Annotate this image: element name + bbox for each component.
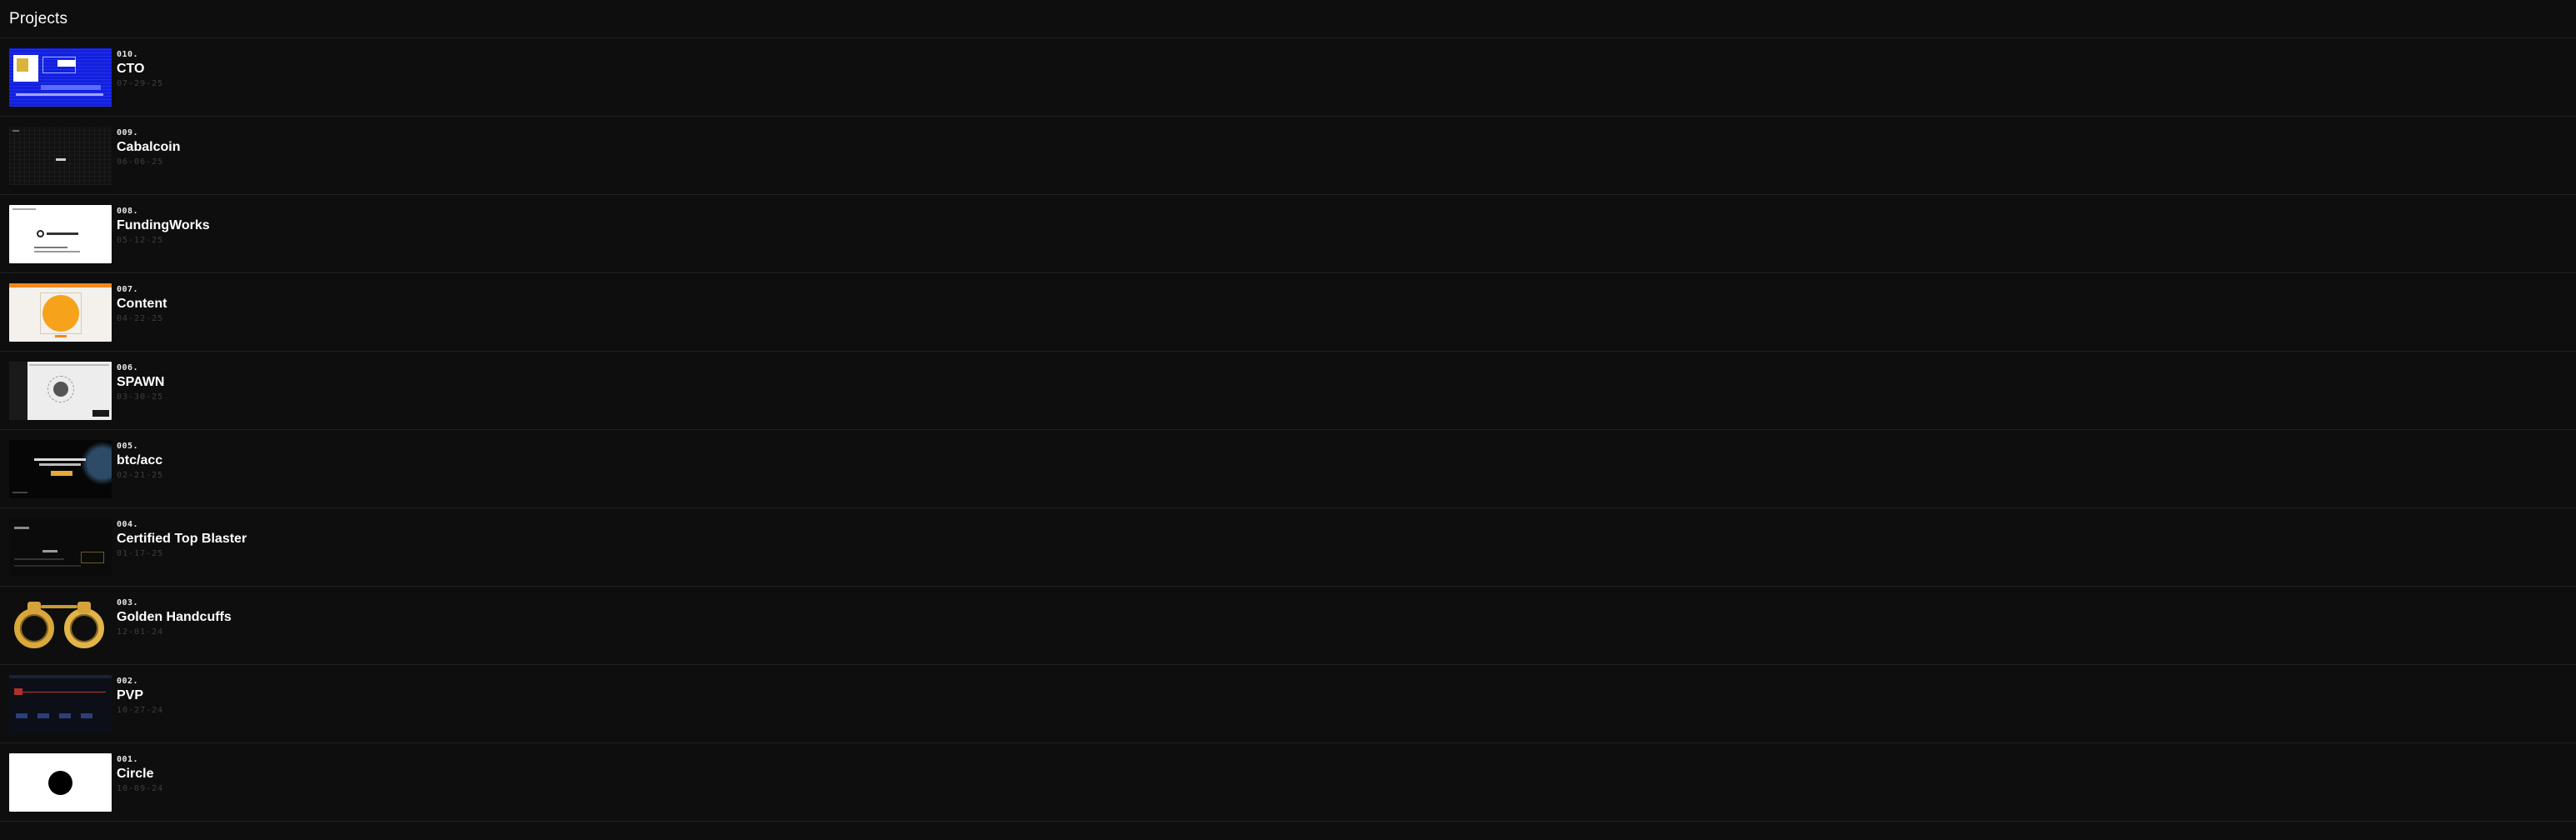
pvp-thumbnail[interactable] [9, 674, 112, 733]
project-name[interactable]: CTO [117, 61, 163, 78]
certified-top-blaster-thumbnail[interactable] [9, 518, 112, 577]
project-meta: 007. Content 04-22-25 [117, 283, 167, 342]
project-date: 12-01-24 [117, 627, 164, 637]
project-number: 009. [117, 128, 139, 138]
project-name[interactable]: btc/acc [117, 452, 163, 469]
project-row-certified-top-blaster[interactable]: 004. Certified Top Blaster 01-17-25 [0, 508, 2576, 587]
project-row-golden-handcuffs[interactable]: 003. Golden Handcuffs 12-01-24 [0, 587, 2576, 665]
project-name[interactable]: Content [117, 296, 167, 312]
project-date: 10-27-24 [117, 705, 164, 715]
project-number: 006. [117, 362, 139, 372]
project-meta: 005. btc/acc 02-21-25 [117, 440, 163, 498]
project-number: 003. [117, 598, 139, 608]
project-date: 01-17-25 [117, 548, 164, 558]
cabalcoin-thumbnail[interactable] [9, 126, 112, 185]
project-number: 008. [117, 206, 139, 216]
project-meta: 002. PVP 10-27-24 [117, 675, 163, 733]
project-name[interactable]: Circle [117, 766, 163, 782]
project-date: 04-22-25 [117, 313, 164, 323]
project-name[interactable]: SPAWN [117, 374, 164, 391]
content-thumbnail[interactable] [9, 282, 112, 342]
project-meta: 010. CTO 07-29-25 [117, 48, 163, 107]
project-name[interactable]: FundingWorks [117, 218, 210, 234]
project-row-btc-acc[interactable]: 005. btc/acc 02-21-25 [0, 430, 2576, 508]
fundingworks-thumbnail[interactable] [9, 204, 112, 263]
page-header: Projects [0, 0, 2576, 38]
project-number: 004. [117, 519, 139, 529]
golden-handcuffs-thumbnail[interactable] [9, 596, 112, 655]
project-row-spawn[interactable]: 006. SPAWN 03-30-25 [0, 352, 2576, 430]
cto-thumbnail[interactable] [9, 48, 112, 107]
project-name[interactable]: Cabalcoin [117, 139, 180, 156]
project-name[interactable]: Golden Handcuffs [117, 609, 232, 626]
project-meta: 004. Certified Top Blaster 01-17-25 [117, 518, 247, 577]
project-meta: 008. FundingWorks 05-12-25 [117, 205, 210, 263]
spawn-thumbnail[interactable] [9, 361, 112, 420]
project-name[interactable]: PVP [117, 688, 163, 704]
project-date: 05-12-25 [117, 235, 164, 245]
project-number: 010. [117, 49, 139, 59]
project-row-cto[interactable]: 010. CTO 07-29-25 [0, 38, 2576, 117]
project-number: 007. [117, 284, 139, 294]
project-name[interactable]: Certified Top Blaster [117, 531, 247, 548]
project-meta: 001. Circle 10-09-24 [117, 753, 163, 812]
project-number: 002. [117, 676, 139, 686]
project-list: 010. CTO 07-29-25 009. Cabalcoin 06-06-2… [0, 38, 2576, 822]
project-date: 06-06-25 [117, 157, 164, 167]
project-row-content[interactable]: 007. Content 04-22-25 [0, 273, 2576, 352]
project-meta: 006. SPAWN 03-30-25 [117, 362, 164, 420]
project-number: 001. [117, 754, 139, 764]
project-date: 03-30-25 [117, 392, 164, 402]
project-meta: 009. Cabalcoin 06-06-25 [117, 127, 180, 185]
project-meta: 003. Golden Handcuffs 12-01-24 [117, 597, 232, 655]
circle-thumbnail[interactable] [9, 752, 112, 812]
project-date: 10-09-24 [117, 783, 164, 793]
project-number: 005. [117, 441, 139, 451]
project-row-pvp[interactable]: 002. PVP 10-27-24 [0, 665, 2576, 743]
project-row-fundingworks[interactable]: 008. FundingWorks 05-12-25 [0, 195, 2576, 273]
btc-acc-thumbnail[interactable] [9, 439, 112, 498]
project-date: 02-21-25 [117, 470, 164, 480]
project-row-cabalcoin[interactable]: 009. Cabalcoin 06-06-25 [0, 117, 2576, 195]
page-title: Projects [9, 9, 68, 28]
projects-page: Projects 010. CTO 07-29-25 009. Cabalcoi… [0, 0, 2576, 840]
project-date: 07-29-25 [117, 78, 164, 88]
project-row-circle[interactable]: 001. Circle 10-09-24 [0, 743, 2576, 822]
